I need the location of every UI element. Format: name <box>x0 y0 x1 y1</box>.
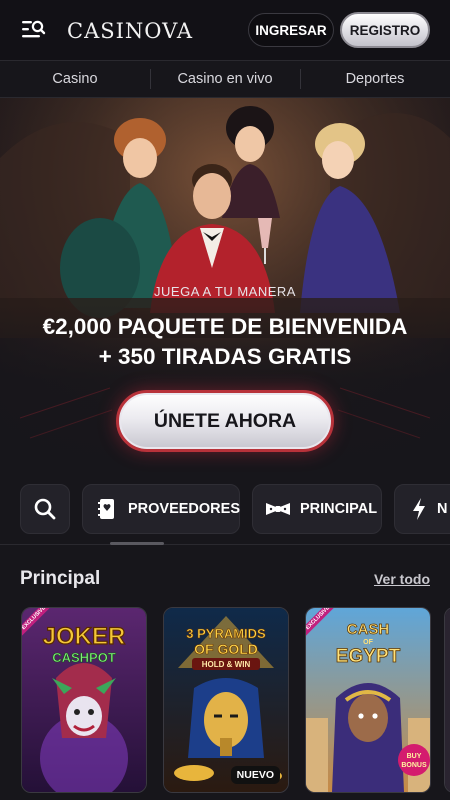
tab-deportes[interactable]: Deportes <box>300 61 450 97</box>
chip-principal-label: PRINCIPAL <box>300 501 378 517</box>
brand-logo[interactable]: CASINOVA <box>67 18 193 44</box>
book-icon <box>98 499 114 519</box>
chip-principal[interactable]: PRINCIPAL <box>252 484 382 534</box>
menu-search-button[interactable] <box>18 16 48 44</box>
pyramids-title: 3 PYRAMIDS <box>186 626 266 641</box>
game-card-3-pyramids-of-gold[interactable]: 3 PYRAMIDS OF GOLD HOLD & WIN NUEVO <box>163 607 289 793</box>
buy-bonus-sticker-line-2: BONUS <box>401 762 427 769</box>
category-chips: PROVEEDORES PRINCIPAL N <box>0 484 450 534</box>
login-button[interactable]: INGRESAR <box>248 13 334 47</box>
join-now-button[interactable]: ÚNETE AHORA <box>116 390 334 452</box>
of-title: OF <box>363 639 373 646</box>
hero-banner[interactable]: JUEGA A TU MANERA €2,000 PAQUETE DE BIEN… <box>0 98 450 474</box>
buy-bonus-sticker-line-1: BUY <box>407 753 422 760</box>
cash-of-egypt-art: BUY BONUS CASH OF EGYPT <box>306 608 430 792</box>
egypt-title: EGYPT <box>336 646 401 667</box>
brand-name: CASINOVA <box>67 19 194 43</box>
chips-scroll-indicator <box>110 542 164 545</box>
joker-title: JOKER <box>43 623 126 650</box>
bowtie-icon <box>266 503 290 515</box>
chip-proveedores[interactable]: PROVEEDORES <box>82 484 240 534</box>
menu-search-icon <box>22 20 46 38</box>
hero-eyebrow: JUEGA A TU MANERA <box>154 284 296 299</box>
cashpot-title: CASHPOT <box>52 650 116 665</box>
chip-search[interactable] <box>20 484 70 534</box>
hero-title-line-1: €2,000 PAQUETE DE BIENVENIDA <box>42 314 408 339</box>
partial-card-art <box>445 608 450 792</box>
new-badge: NUEVO <box>230 766 280 784</box>
pyramids-art: 3 PYRAMIDS OF GOLD HOLD & WIN <box>164 608 288 792</box>
tab-casino[interactable]: Casino <box>0 61 150 97</box>
game-card-joker-cashpot[interactable]: JOKER CASHPOT EXCLUSIVE <box>21 607 147 793</box>
see-all-link[interactable]: Ver todo <box>374 571 430 587</box>
lightning-icon <box>413 498 425 520</box>
hero-title-line-2: + 350 TIRADAS GRATIS <box>98 344 352 369</box>
chips-divider <box>0 544 450 545</box>
main-nav: Casino Casino en vivo Deportes <box>0 60 450 98</box>
of-gold-title: OF GOLD <box>194 641 258 657</box>
game-card-partial[interactable] <box>444 607 450 793</box>
chip-next-label: N <box>437 501 448 517</box>
hold-win-subtitle: HOLD & WIN <box>202 660 251 669</box>
search-icon <box>34 498 56 520</box>
cash-title: CASH <box>347 621 390 638</box>
top-header: CASINOVA INGRESAR REGISTRO <box>0 0 450 60</box>
chip-next[interactable]: N <box>394 484 450 534</box>
section-title: Principal <box>20 568 101 589</box>
hero-title: €2,000 PAQUETE DE BIENVENIDA + 350 TIRAD… <box>0 312 450 372</box>
joker-cashpot-art: JOKER CASHPOT <box>22 608 146 792</box>
tab-casino-en-vivo[interactable]: Casino en vivo <box>150 61 300 97</box>
register-button[interactable]: REGISTRO <box>340 12 430 48</box>
chip-proveedores-label: PROVEEDORES <box>128 501 240 517</box>
game-card-cash-of-egypt[interactable]: BUY BONUS CASH OF EGYPT EXCLUSIVE <box>305 607 431 793</box>
